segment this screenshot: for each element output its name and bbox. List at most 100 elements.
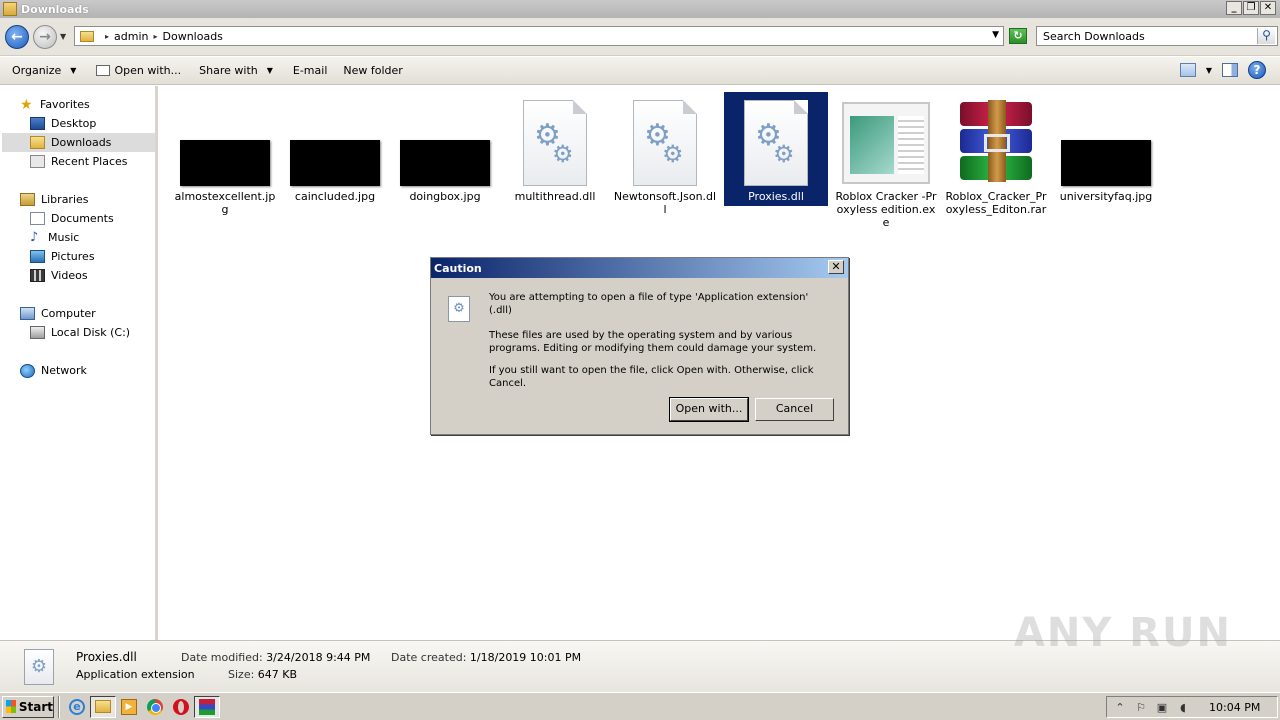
taskbar-media-player[interactable]: ▶ (116, 696, 142, 718)
start-label: Start (18, 699, 53, 714)
file-name: Roblox_Cracker_Proxyless_Editon.rar (945, 190, 1047, 216)
file-item[interactable]: doingbox.jpg (393, 92, 497, 232)
nav-music-label: Music (48, 231, 80, 244)
nav-favorites-label: Favorites (40, 98, 90, 111)
file-item[interactable]: universityfaq.jpg (1054, 92, 1158, 232)
search-icon[interactable]: ⚲ (1257, 28, 1275, 44)
file-name: multithread.dll (514, 190, 596, 203)
nav-pictures-label: Pictures (51, 250, 95, 263)
taskbar-explorer[interactable] (90, 695, 116, 718)
taskbar-opera[interactable] (168, 696, 194, 718)
file-item[interactable]: ⚙ ⚙ Newtonsoft.Json.dll (613, 92, 717, 232)
new-folder-label: New folder (343, 64, 403, 77)
restore-button[interactable]: ❐ (1243, 1, 1259, 15)
open-with-dialog-button[interactable]: Open with... (669, 397, 749, 422)
recent-pages-dropdown[interactable]: ▼ (60, 32, 66, 41)
nav-computer[interactable]: Computer (20, 304, 96, 323)
image-thumbnail (400, 140, 490, 186)
nav-pictures[interactable]: Pictures (30, 247, 95, 266)
chrome-icon (147, 698, 163, 715)
nav-favorites[interactable]: ★ Favorites (20, 95, 90, 114)
address-dropdown[interactable]: ▼ (992, 30, 999, 40)
nav-documents[interactable]: Documents (30, 209, 114, 228)
opera-icon (173, 698, 189, 715)
nav-videos[interactable]: Videos (30, 266, 88, 285)
date-created-label: Date created: (391, 651, 467, 664)
start-button[interactable]: Start (2, 695, 54, 718)
image-thumbnail (180, 140, 270, 186)
taskbar-ie[interactable]: e (64, 696, 90, 718)
open-with-icon (96, 65, 111, 76)
nav-local-disk-label: Local Disk (C:) (51, 326, 131, 339)
cancel-button[interactable]: Cancel (755, 398, 834, 421)
organize-label: Organize (12, 64, 62, 77)
gear-icon: ⚙ (552, 140, 574, 168)
show-hidden-icons-icon[interactable]: ⌃ (1113, 701, 1127, 714)
nav-downloads[interactable]: Downloads (2, 133, 155, 152)
date-modified-value: 3/24/2018 9:44 PM (266, 651, 371, 664)
volume-icon[interactable]: ◖ (1176, 701, 1190, 714)
back-button[interactable]: ← (5, 25, 29, 49)
refresh-button[interactable]: ↻ (1009, 28, 1027, 44)
help-icon[interactable]: ? (1248, 61, 1266, 79)
view-options-dropdown[interactable]: ▼ (1206, 66, 1212, 75)
windows-logo-icon (6, 700, 16, 713)
details-date-modified: Date modified: 3/24/2018 9:44 PM (181, 651, 370, 664)
file-item[interactable]: almostexcellent.jpg (173, 92, 277, 232)
nav-desktop[interactable]: Desktop (30, 114, 155, 133)
nav-computer-label: Computer (41, 307, 96, 320)
taskbar-chrome[interactable] (142, 696, 168, 718)
videos-icon (30, 269, 45, 282)
new-folder-button[interactable]: New folder (335, 57, 410, 85)
taskbar-winrar[interactable] (194, 695, 220, 718)
change-view-icon[interactable] (1179, 63, 1196, 77)
nav-local-disk[interactable]: Local Disk (C:) (30, 323, 130, 342)
nav-network[interactable]: Network (20, 361, 87, 380)
file-item[interactable]: Roblox Cracker -Proxyless edition.exe (834, 92, 938, 232)
search-placeholder: Search Downloads (1043, 29, 1145, 43)
dialog-close-button[interactable]: ✕ (828, 260, 844, 274)
action-center-flag-icon[interactable]: ⚐ (1134, 701, 1148, 714)
breadcrumb-downloads[interactable]: Downloads (163, 30, 223, 43)
caret-down-icon: ▼ (70, 66, 77, 75)
pictures-icon (30, 250, 45, 263)
open-with-button[interactable]: Open with... (88, 57, 189, 85)
minimize-button[interactable]: _ (1226, 1, 1242, 15)
file-item[interactable]: ⚙ ⚙ multithread.dll (503, 92, 607, 232)
recent-places-icon (30, 155, 45, 168)
folder-icon (80, 30, 94, 42)
nav-music[interactable]: ♪ Music (30, 228, 79, 247)
computer-icon (20, 307, 35, 320)
dll-file-icon: ⚙ (24, 649, 54, 685)
dialog-message-instruction: If you still want to open the file, clic… (489, 365, 814, 389)
organize-button[interactable]: Organize ▼ (0, 57, 84, 85)
forward-button[interactable]: → (33, 25, 57, 49)
taskbar: Start e ▶ ⌃ ⚐ ▣ ◖ 10:04 PM (0, 692, 1280, 720)
nav-recent-places[interactable]: Recent Places (30, 152, 128, 171)
file-item[interactable]: Roblox_Cracker_Proxyless_Editon.rar (944, 92, 1048, 232)
nav-downloads-label: Downloads (51, 136, 112, 149)
dll-file-icon: ⚙ ⚙ (523, 100, 587, 186)
search-input[interactable]: Search Downloads ⚲ (1036, 26, 1278, 46)
chevron-right-icon[interactable]: ▸ (153, 32, 157, 41)
address-bar[interactable]: ▸ admin ▸ Downloads ▼ (74, 26, 1004, 46)
downloads-folder-icon (30, 136, 45, 149)
file-item[interactable]: caincluded.jpg (283, 92, 387, 232)
navigation-pane: ★ Favorites Desktop Downloads Recent Pla… (0, 86, 158, 640)
preview-pane-icon[interactable] (1222, 63, 1238, 77)
network-icon (20, 363, 35, 378)
breadcrumb-admin[interactable]: admin (114, 30, 148, 43)
chevron-right-icon[interactable]: ▸ (105, 32, 109, 41)
local-disk-icon (30, 326, 45, 339)
nav-libraries[interactable]: Libraries (20, 190, 89, 209)
close-button[interactable]: ✕ (1260, 1, 1276, 15)
rar-archive-icon (952, 100, 1040, 186)
details-date-created: Date created: 1/18/2019 10:01 PM (391, 651, 581, 664)
network-status-icon[interactable]: ▣ (1155, 701, 1169, 714)
share-with-button[interactable]: Share with ▼ (191, 57, 281, 85)
size-value: 647 KB (257, 668, 298, 681)
email-button[interactable]: E-mail (285, 57, 336, 85)
clock[interactable]: 10:04 PM (1209, 701, 1260, 714)
file-item-selected[interactable]: ⚙ ⚙ Proxies.dll (724, 92, 828, 206)
details-file-name: Proxies.dll (76, 650, 137, 664)
